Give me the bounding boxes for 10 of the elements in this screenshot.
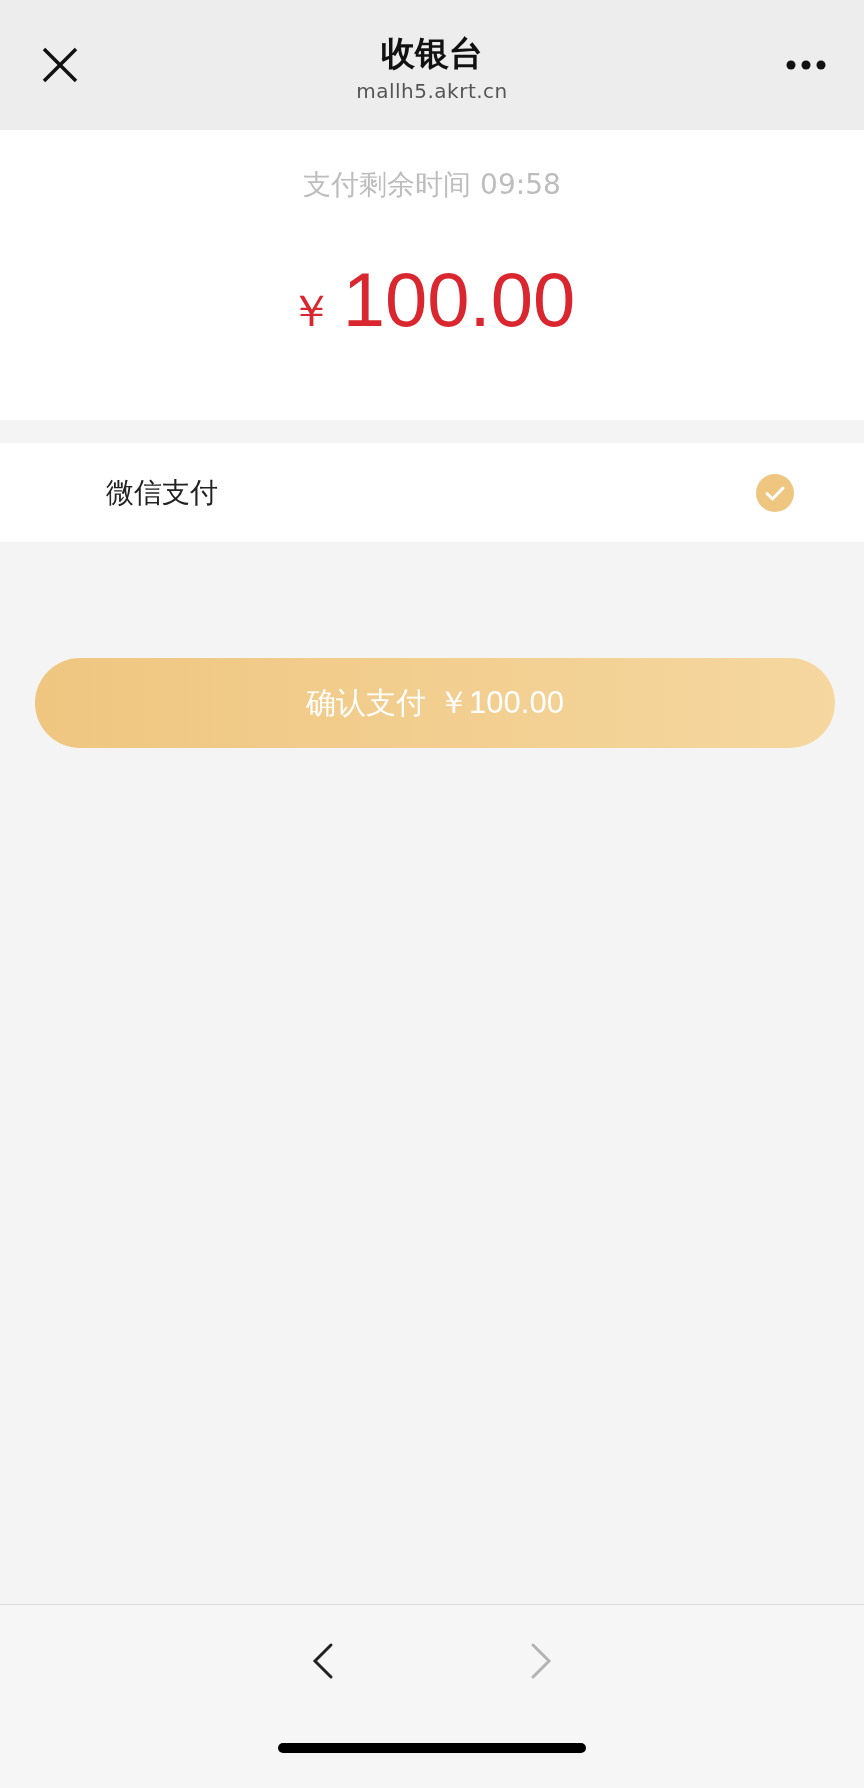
page-url: mallh5.akrt.cn <box>356 79 508 103</box>
check-circle-icon[interactable] <box>756 473 794 512</box>
close-icon[interactable] <box>42 47 78 83</box>
currency-symbol: ￥ <box>288 285 333 337</box>
more-icon[interactable] <box>786 60 826 70</box>
countdown-text: 支付剩余时间 09:58 <box>303 167 561 203</box>
payment-method-label: 微信支付 <box>106 474 218 511</box>
page-title: 收银台 <box>381 32 483 75</box>
confirm-pay-button[interactable]: 确认支付 ￥100.00 <box>35 658 835 748</box>
amount-text: 100.00 <box>342 256 576 343</box>
